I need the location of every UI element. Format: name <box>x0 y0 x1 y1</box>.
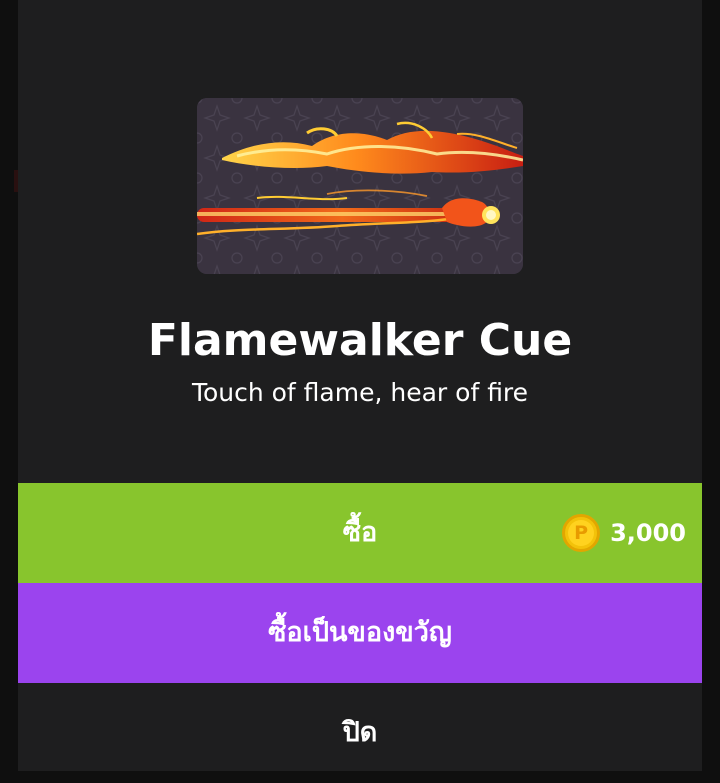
coin-symbol: P <box>568 520 595 546</box>
coin-icon: P <box>562 514 601 552</box>
close-button-label: ปิด <box>342 717 378 748</box>
close-button[interactable]: ปิด <box>18 683 702 771</box>
gift-button-label: ซื้อเป็นของขวัญ <box>268 617 452 648</box>
item-title: Flamewalker Cue <box>147 315 573 366</box>
price-tag: P 3,000 <box>562 513 686 553</box>
purchase-dialog: Flamewalker Cue Touch of flame, hear of … <box>18 0 702 771</box>
buy-button[interactable]: ซื้อ P 3,000 <box>18 483 702 583</box>
price-amount: 3,000 <box>610 519 686 547</box>
flame-cue-image <box>197 98 523 274</box>
gift-button[interactable]: ซื้อเป็นของขวัญ <box>18 583 702 683</box>
item-description: Touch of flame, hear of fire <box>191 378 529 407</box>
